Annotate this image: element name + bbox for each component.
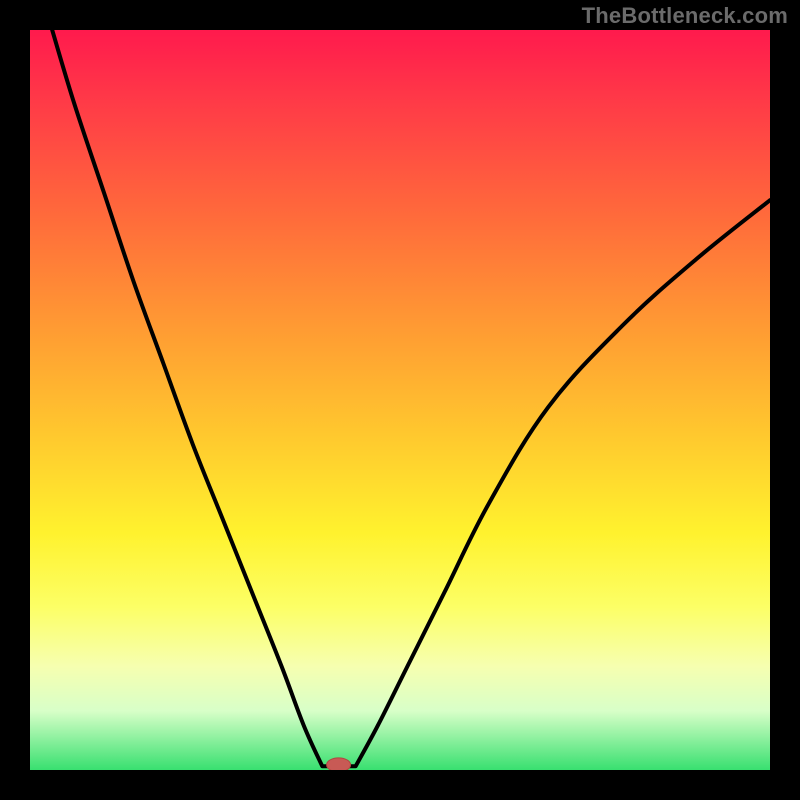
plot-area <box>30 30 770 770</box>
chart-svg <box>30 30 770 770</box>
optimal-point-marker <box>327 758 351 770</box>
watermark-text: TheBottleneck.com <box>582 3 788 29</box>
bottleneck-curve <box>52 30 770 766</box>
chart-frame: TheBottleneck.com <box>0 0 800 800</box>
